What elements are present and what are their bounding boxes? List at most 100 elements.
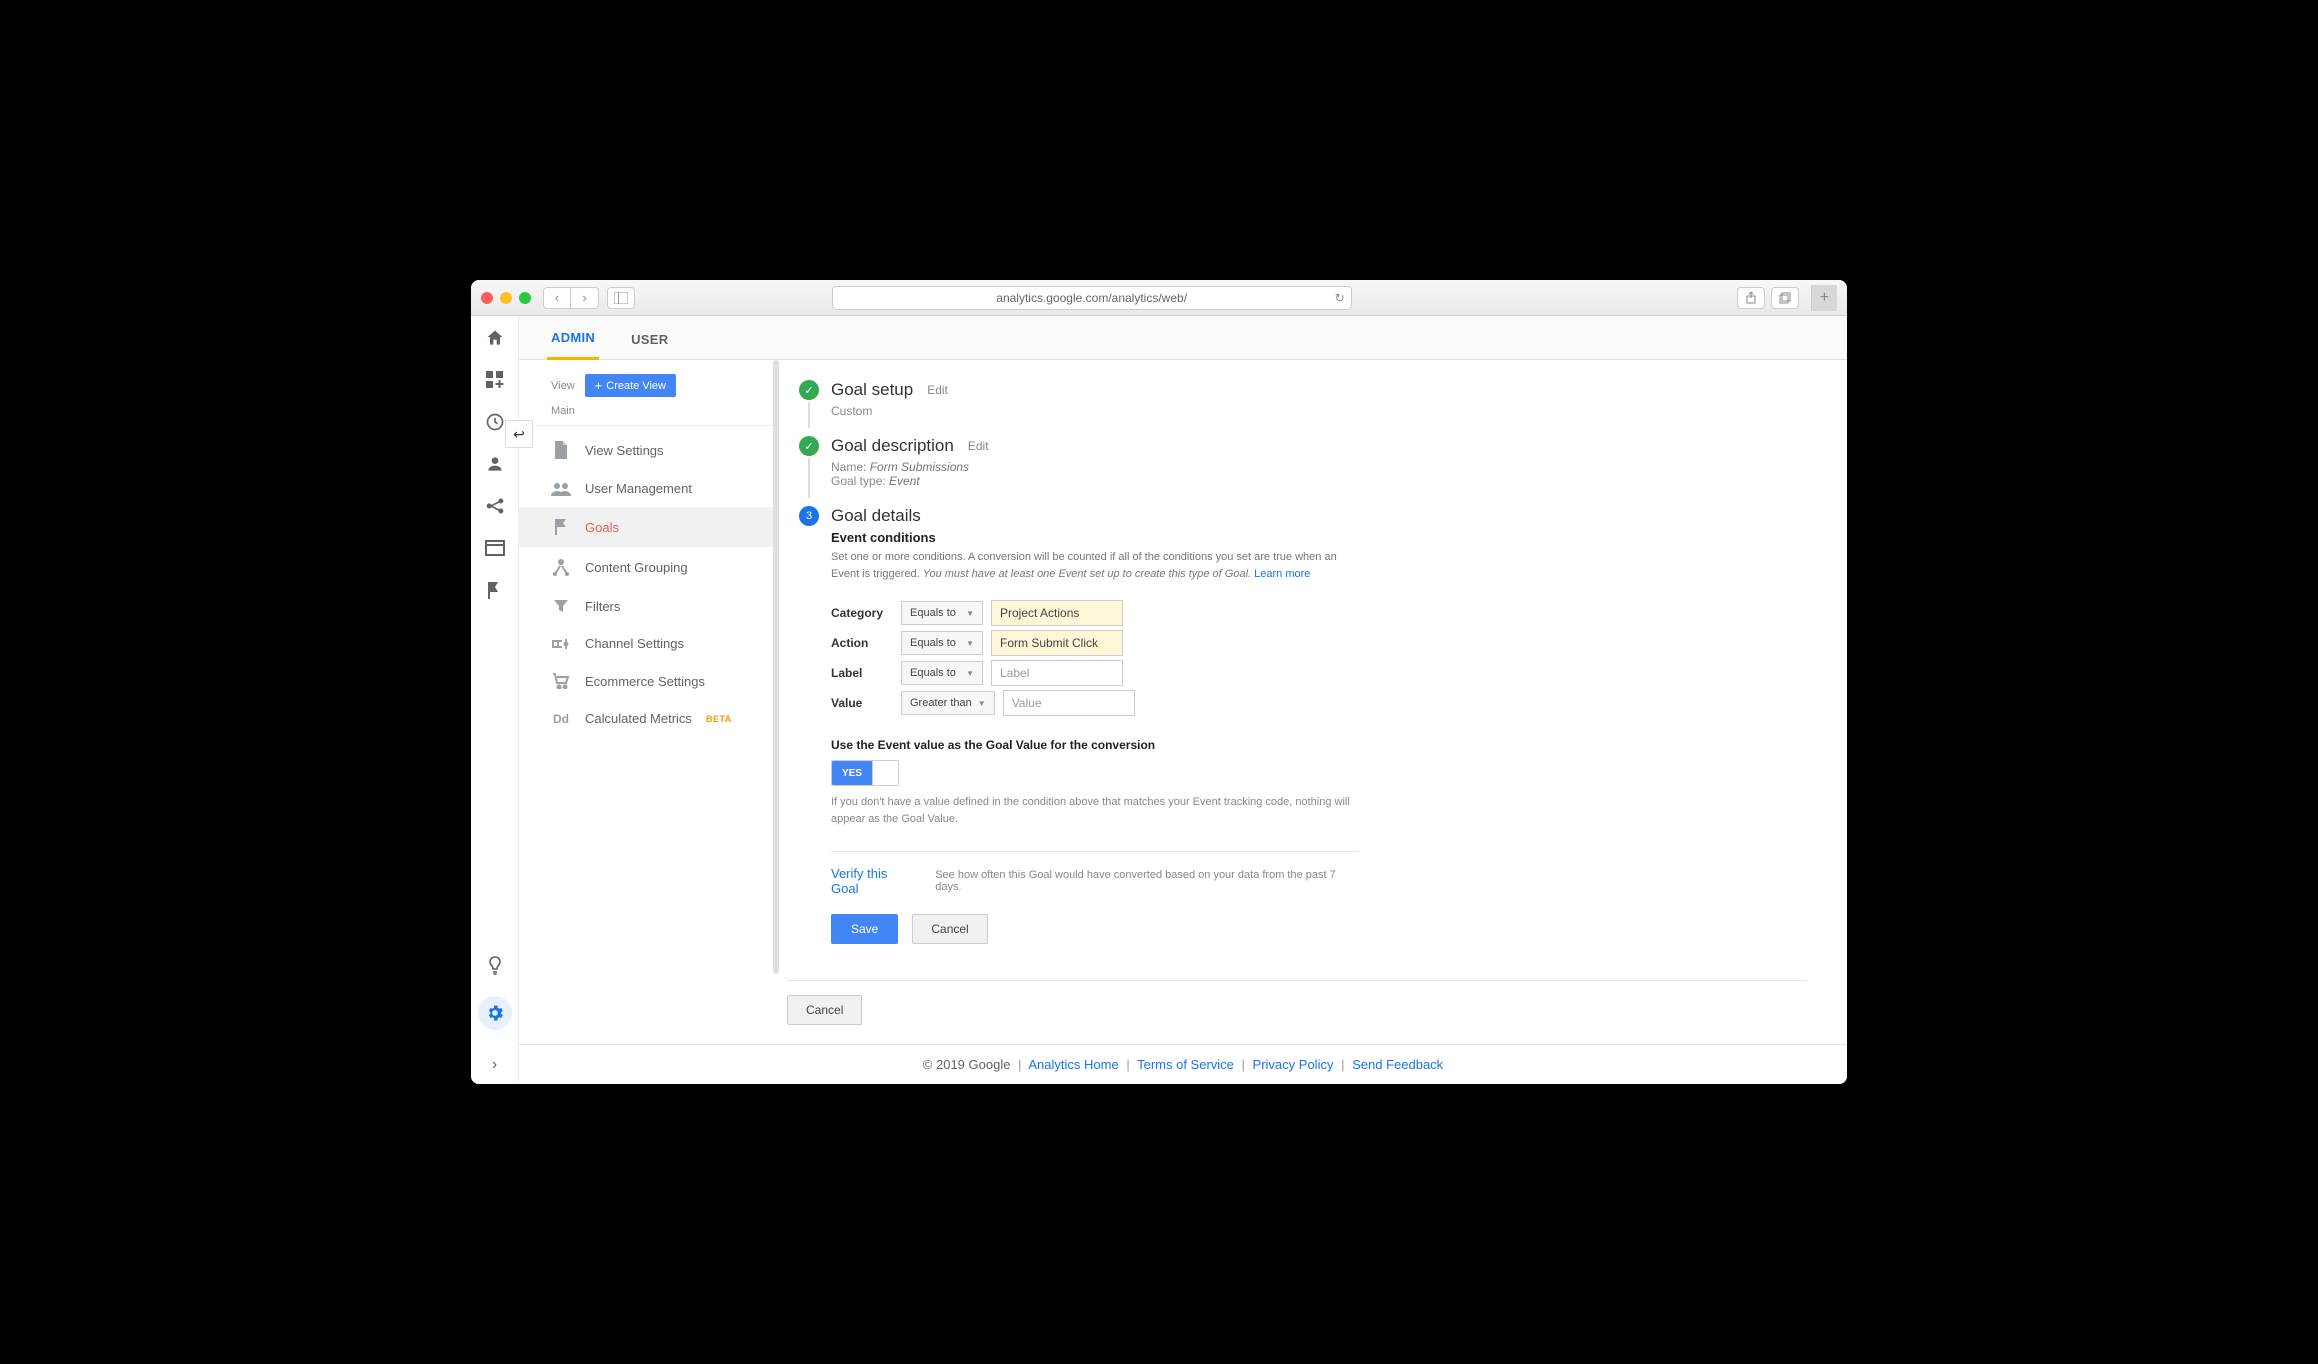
learn-more-link[interactable]: Learn more: [1254, 568, 1310, 580]
sidebar-toggle-button[interactable]: [607, 287, 635, 309]
view-name: Main: [519, 403, 779, 426]
footer-link-privacy[interactable]: Privacy Policy: [1253, 1057, 1334, 1072]
zoom-window-icon[interactable]: [519, 292, 531, 304]
operator-select[interactable]: Equals to▼: [901, 631, 983, 655]
step-goal-description: Goal description Edit Name: Form Submiss…: [799, 436, 1359, 498]
value-input[interactable]: [1003, 690, 1135, 716]
filter-icon: [551, 598, 571, 614]
conversions-icon[interactable]: [483, 578, 507, 602]
event-conditions-heading: Event conditions: [831, 530, 1359, 545]
step-connector: [808, 402, 810, 428]
goal-steps: Goal setup Edit Custom: [779, 360, 1399, 972]
goal-value-title: Use the Event value as the Goal Value fo…: [831, 738, 1359, 752]
verify-row: Verify this Goal See how often this Goal…: [831, 851, 1359, 896]
sidebar-item-label: Calculated Metrics: [585, 711, 692, 726]
realtime-icon[interactable]: [483, 410, 507, 434]
beta-badge: BETA: [706, 714, 732, 724]
acquisition-icon[interactable]: [483, 494, 507, 518]
sidebar-item-ecommerce-settings[interactable]: Ecommerce Settings: [519, 662, 779, 700]
behavior-icon[interactable]: [483, 536, 507, 560]
create-view-button[interactable]: + Create View: [585, 374, 676, 397]
goal-value-note: If you don't have a value defined in the…: [831, 794, 1359, 827]
back-button[interactable]: ‹: [543, 287, 571, 309]
operator-select[interactable]: Greater than▼: [901, 691, 995, 715]
sidebar-item-label: Goals: [585, 520, 619, 535]
step-connector: [808, 458, 810, 498]
step-title: Goal details: [831, 506, 921, 526]
sidebar-item-view-settings[interactable]: View Settings: [519, 430, 779, 470]
new-tab-button[interactable]: +: [1811, 285, 1837, 311]
verify-goal-link[interactable]: Verify this Goal: [831, 866, 917, 896]
step-goal-details: 3 Goal details Event conditions Set one …: [799, 506, 1359, 972]
tabs-button[interactable]: [1771, 287, 1799, 309]
view-label: View: [551, 380, 575, 392]
sidebar-item-label: View Settings: [585, 443, 664, 458]
step-title: Goal setup: [831, 380, 913, 400]
collapse-rail-button[interactable]: ›: [492, 1048, 497, 1084]
toggle-knob: [872, 761, 898, 785]
admin-icon[interactable]: [478, 996, 512, 1030]
refresh-icon[interactable]: ↻: [1335, 291, 1345, 305]
sidebar-item-calculated-metrics[interactable]: Dd Calculated Metrics BETA: [519, 700, 779, 737]
step-number-badge: 3: [799, 506, 819, 526]
action-input[interactable]: [991, 630, 1123, 656]
sidebar-item-channel-settings[interactable]: Channel Settings: [519, 625, 779, 662]
condition-label: Value: [831, 696, 893, 710]
category-input[interactable]: [991, 600, 1123, 626]
admin-sidebar: ↩ View + Create View Main View Settings: [519, 360, 779, 1044]
cart-icon: [551, 673, 571, 689]
step-meta: Custom: [831, 404, 1359, 418]
check-icon: [799, 436, 819, 456]
label-input[interactable]: [991, 660, 1123, 686]
condition-label: Label: [831, 666, 893, 680]
sidebar-item-user-management[interactable]: User Management: [519, 470, 779, 507]
sidebar-item-filters[interactable]: Filters: [519, 587, 779, 625]
outer-cancel-row: Cancel: [787, 980, 1807, 1025]
users-icon: [551, 482, 571, 496]
condition-label: Category: [831, 606, 893, 620]
edit-link[interactable]: Edit: [927, 383, 948, 397]
address-bar[interactable]: analytics.google.com/analytics/web/ ↻: [832, 286, 1352, 310]
tab-user[interactable]: USER: [627, 332, 672, 359]
footer-link-tos[interactable]: Terms of Service: [1137, 1057, 1234, 1072]
admin-tabs: ADMIN USER: [519, 316, 1847, 360]
sidebar-item-content-grouping[interactable]: Content Grouping: [519, 547, 779, 587]
minimize-window-icon[interactable]: [500, 292, 512, 304]
scrollbar[interactable]: [773, 360, 779, 974]
share-button[interactable]: [1737, 287, 1765, 309]
condition-row-label: Label Equals to▼: [831, 660, 1359, 686]
action-row: Save Cancel: [831, 914, 1359, 962]
home-icon[interactable]: [483, 326, 507, 350]
footer-link-feedback[interactable]: Send Feedback: [1352, 1057, 1443, 1072]
conditions-grid: Category Equals to▼ Action: [831, 600, 1359, 716]
verify-desc: See how often this Goal would have conve…: [935, 869, 1359, 893]
content-row: ↩ View + Create View Main View Settings: [519, 360, 1847, 1044]
flag-icon: [551, 518, 571, 536]
forward-button[interactable]: ›: [571, 287, 599, 309]
operator-select[interactable]: Equals to▼: [901, 601, 983, 625]
save-button[interactable]: Save: [831, 914, 898, 944]
document-icon: [551, 441, 571, 459]
close-window-icon[interactable]: [481, 292, 493, 304]
sidebar-item-label: User Management: [585, 481, 692, 496]
sidebar-item-goals[interactable]: Goals: [519, 507, 779, 547]
outer-cancel-button[interactable]: Cancel: [787, 995, 862, 1025]
goal-value-section: Use the Event value as the Goal Value fo…: [831, 738, 1359, 827]
copyright: © 2019 Google: [923, 1057, 1011, 1072]
condition-row-action: Action Equals to▼: [831, 630, 1359, 656]
sidebar-item-label: Content Grouping: [585, 560, 688, 575]
back-arrow-button[interactable]: ↩: [505, 420, 533, 448]
plus-icon: +: [595, 379, 603, 392]
tab-admin[interactable]: ADMIN: [547, 330, 599, 360]
condition-row-category: Category Equals to▼: [831, 600, 1359, 626]
discover-icon[interactable]: [483, 954, 507, 978]
operator-select[interactable]: Equals to▼: [901, 661, 983, 685]
cancel-button[interactable]: Cancel: [912, 914, 987, 944]
browser-toolbar: ‹ › analytics.google.com/analytics/web/ …: [471, 280, 1847, 316]
footer: © 2019 Google | Analytics Home | Terms o…: [519, 1044, 1847, 1084]
customization-icon[interactable]: [483, 368, 507, 392]
audience-icon[interactable]: [483, 452, 507, 476]
edit-link[interactable]: Edit: [968, 439, 989, 453]
goal-value-toggle[interactable]: YES: [831, 760, 899, 786]
footer-link-home[interactable]: Analytics Home: [1028, 1057, 1118, 1072]
